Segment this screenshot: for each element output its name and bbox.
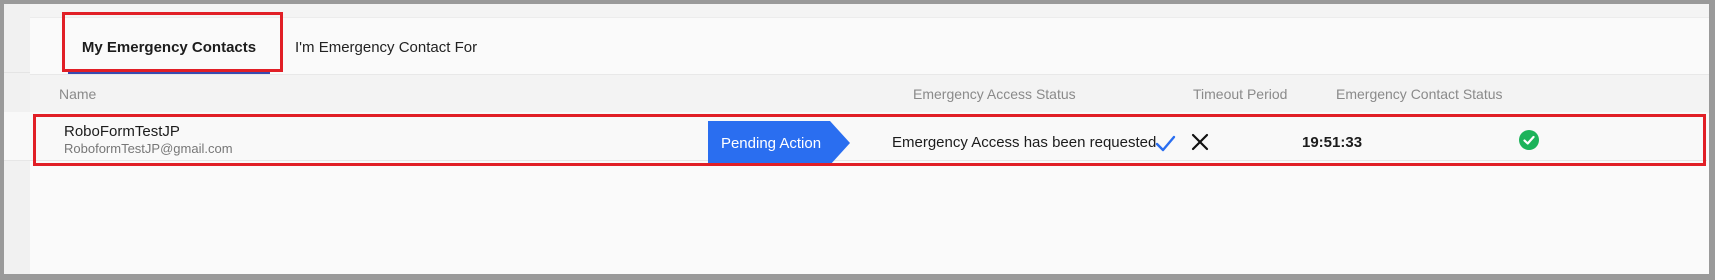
table-header: Name Emergency Access Status Timeout Per… xyxy=(30,74,1709,113)
column-header-timeout: Timeout Period xyxy=(1193,86,1288,102)
column-header-access-status: Emergency Access Status xyxy=(913,86,1076,102)
tab-im-emergency-contact-for[interactable]: I'm Emergency Contact For xyxy=(295,18,495,76)
divider xyxy=(4,72,30,73)
column-header-contact-status: Emergency Contact Status xyxy=(1336,86,1503,102)
highlight-box-row xyxy=(33,114,1706,166)
column-header-name: Name xyxy=(59,86,97,102)
tab-label: I'm Emergency Contact For xyxy=(295,38,478,56)
highlight-box-tab xyxy=(62,12,283,72)
